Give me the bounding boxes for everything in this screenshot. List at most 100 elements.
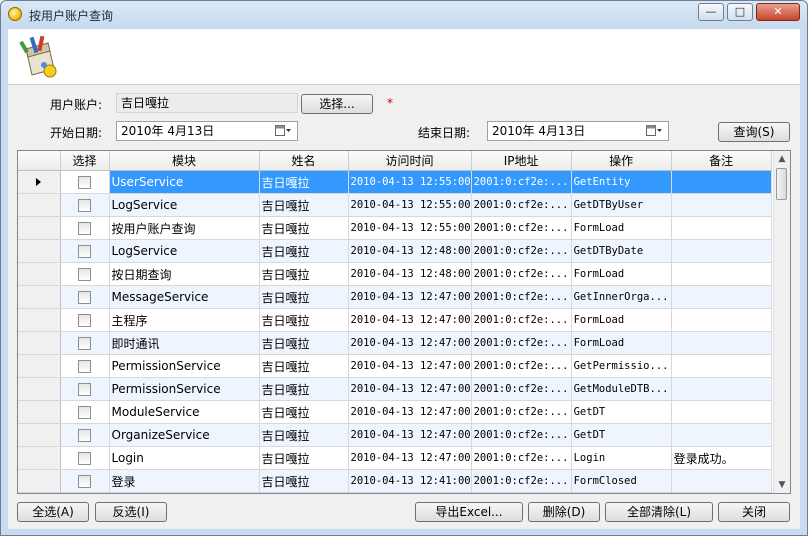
select-cell: [60, 193, 110, 217]
module-cell: MessageService: [109, 285, 260, 309]
time-cell: 2010-04-13 12:47:00: [348, 354, 472, 378]
table-row[interactable]: ModuleService 吉日嘎拉 2010-04-13 12:47:00 2001…: [18, 400, 772, 424]
module-cell: 按用户账户查询: [109, 216, 260, 240]
title-bar[interactable]: 按用户账户查询 — □ ✕: [1, 1, 807, 29]
row-checkbox[interactable]: [78, 429, 91, 442]
module-cell: 即时通讯: [109, 331, 260, 355]
export-excel-button[interactable]: 导出Excel...: [415, 502, 523, 522]
ip-cell: 2001:0:cf2e:...: [471, 262, 572, 286]
query-button[interactable]: 查询(S): [718, 122, 790, 142]
note-cell: [671, 377, 772, 401]
row-checkbox[interactable]: [78, 245, 91, 258]
column-header-ip[interactable]: IP地址: [471, 151, 572, 171]
name-cell: 吉日嘎拉: [259, 400, 349, 424]
row-checkbox[interactable]: [78, 222, 91, 235]
row-checkbox[interactable]: [78, 199, 91, 212]
access-log-grid[interactable]: 选择 模块 姓名 访问时间 IP地址 操作 备注 UserService 吉日嘎拉…: [17, 150, 791, 494]
table-row[interactable]: UserService 吉日嘎拉 2010-04-13 12:55:00 2001:0…: [18, 170, 772, 194]
row-checkbox[interactable]: [78, 452, 91, 465]
table-row[interactable]: 即时通讯 吉日嘎拉 2010-04-13 12:47:00 2001:0:cf2e:.…: [18, 331, 772, 355]
row-checkbox[interactable]: [78, 475, 91, 488]
time-cell: 2010-04-13 12:47:00: [348, 423, 472, 447]
row-checkbox[interactable]: [78, 176, 91, 189]
table-row[interactable]: LogService 吉日嘎拉 2010-04-13 12:55:00 2001:0:…: [18, 193, 772, 217]
column-header-time[interactable]: 访问时间: [348, 151, 472, 171]
table-row[interactable]: PermissionService 吉日嘎拉 2010-04-13 12:47:00…: [18, 354, 772, 378]
row-header[interactable]: [18, 423, 61, 447]
vertical-scrollbar[interactable]: ▲ ▼: [773, 151, 790, 493]
scroll-up-icon[interactable]: ▲: [776, 153, 788, 165]
row-header[interactable]: [18, 285, 61, 309]
note-cell: [671, 469, 772, 493]
start-date-value: 2010年 4月13日: [121, 124, 215, 138]
table-row[interactable]: 按日期查询 吉日嘎拉 2010-04-13 12:48:00 2001:0:cf2e:…: [18, 262, 772, 286]
row-header[interactable]: [18, 239, 61, 263]
row-header[interactable]: [18, 469, 61, 493]
scroll-thumb[interactable]: [776, 168, 787, 200]
start-date-label: 开始日期:: [50, 126, 103, 140]
clear-all-button[interactable]: 全部清除(L): [605, 502, 713, 522]
row-header[interactable]: [18, 446, 61, 470]
row-header[interactable]: [18, 216, 61, 240]
row-checkbox[interactable]: [78, 268, 91, 281]
user-account-field[interactable]: 吉日嘎拉: [116, 93, 298, 113]
ip-cell: 2001:0:cf2e:...: [471, 377, 572, 401]
name-cell: 吉日嘎拉: [259, 193, 349, 217]
select-cell: [60, 377, 110, 401]
module-cell: PermissionService: [109, 354, 260, 378]
choose-user-button[interactable]: 选择...: [301, 94, 373, 114]
row-header[interactable]: [18, 331, 61, 355]
note-cell: 登录成功。: [671, 446, 772, 470]
close-button[interactable]: 关闭: [718, 502, 790, 522]
table-row[interactable]: Login 吉日嘎拉 2010-04-13 12:47:00 2001:0:cf2e:…: [18, 446, 772, 470]
end-date-picker[interactable]: 2010年 4月13日: [487, 121, 669, 141]
row-header[interactable]: [18, 193, 61, 217]
app-icon: [8, 7, 22, 21]
select-all-button[interactable]: 全选(A): [17, 502, 89, 522]
delete-button[interactable]: 删除(D): [528, 502, 600, 522]
scroll-down-icon[interactable]: ▼: [776, 479, 788, 491]
row-header[interactable]: [18, 170, 61, 194]
row-header[interactable]: [18, 377, 61, 401]
calendar-icon[interactable]: [275, 125, 291, 137]
calendar-icon[interactable]: [646, 125, 662, 137]
note-cell: [671, 308, 772, 332]
ip-cell: 2001:0:cf2e:...: [471, 354, 572, 378]
table-row[interactable]: 登录 吉日嘎拉 2010-04-13 12:41:00 2001:0:cf2e:...…: [18, 469, 772, 493]
row-header[interactable]: [18, 354, 61, 378]
time-cell: 2010-04-13 12:48:00: [348, 262, 472, 286]
table-row[interactable]: LogService 吉日嘎拉 2010-04-13 12:48:00 2001:0:…: [18, 239, 772, 263]
column-header-module[interactable]: 模块: [109, 151, 260, 171]
row-checkbox[interactable]: [78, 383, 91, 396]
table-row[interactable]: PermissionService 吉日嘎拉 2010-04-13 12:47:00…: [18, 377, 772, 401]
column-header-operation[interactable]: 操作: [571, 151, 672, 171]
row-header[interactable]: [18, 262, 61, 286]
table-row[interactable]: 按用户账户查询 吉日嘎拉 2010-04-13 12:55:00 2001:0:cf2…: [18, 216, 772, 240]
module-cell: PermissionService: [109, 377, 260, 401]
table-row[interactable]: 主程序 吉日嘎拉 2010-04-13 12:47:00 2001:0:cf2e:..…: [18, 308, 772, 332]
note-cell: [671, 216, 772, 240]
time-cell: 2010-04-13 12:47:00: [348, 285, 472, 309]
maximize-button[interactable]: □: [727, 3, 753, 21]
start-date-picker[interactable]: 2010年 4月13日: [116, 121, 298, 141]
column-header-name[interactable]: 姓名: [259, 151, 349, 171]
row-checkbox[interactable]: [78, 291, 91, 304]
row-checkbox[interactable]: [78, 314, 91, 327]
row-checkbox[interactable]: [78, 337, 91, 350]
select-cell: [60, 331, 110, 355]
minimize-button[interactable]: —: [698, 3, 724, 21]
note-cell: [671, 423, 772, 447]
row-checkbox[interactable]: [78, 406, 91, 419]
close-window-button[interactable]: ✕: [756, 3, 800, 21]
row-header[interactable]: [18, 308, 61, 332]
table-row[interactable]: OrganizeService 吉日嘎拉 2010-04-13 12:47:00 20…: [18, 423, 772, 447]
row-checkbox[interactable]: [78, 360, 91, 373]
operation-cell: GetDTByUser: [571, 193, 672, 217]
column-header-note[interactable]: 备注: [671, 151, 772, 171]
row-header[interactable]: [18, 400, 61, 424]
operation-cell: FormLoad: [571, 331, 672, 355]
invert-selection-button[interactable]: 反选(I): [95, 502, 167, 522]
ip-cell: 2001:0:cf2e:...: [471, 216, 572, 240]
column-header-select[interactable]: 选择: [60, 151, 110, 171]
table-row[interactable]: MessageService 吉日嘎拉 2010-04-13 12:47:00 200…: [18, 285, 772, 309]
